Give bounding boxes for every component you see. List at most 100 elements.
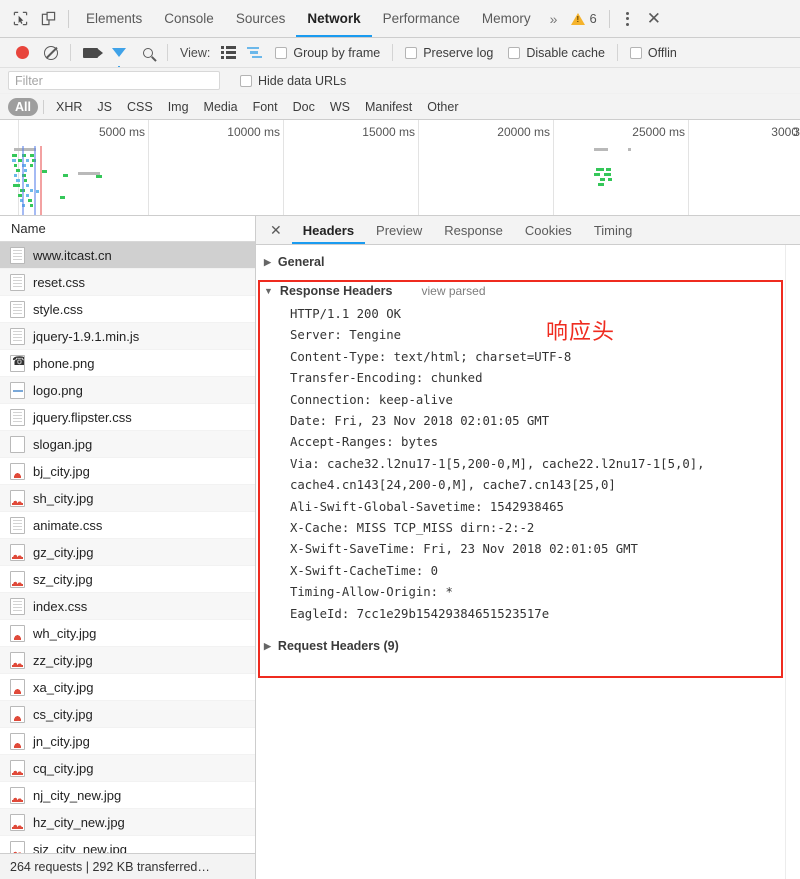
filter-icon[interactable] [105,40,133,67]
header-line: HTTP/1.1 200 OK [290,307,402,321]
close-detail-icon[interactable]: ✕ [260,222,292,239]
table-row[interactable]: zz_city.jpg [0,647,255,674]
tick-label-10000: 10000 ms [227,125,280,139]
table-row[interactable]: nj_city_new.jpg [0,782,255,809]
tab-performance[interactable]: Performance [372,0,471,37]
checkbox-box [508,46,521,59]
type-filter-other[interactable]: Other [420,98,465,116]
section-general[interactable]: ▶ General [256,249,800,275]
tab-elements[interactable]: Elements [75,0,153,37]
request-list-panel: Name www.itcast.cn reset.css style.css j… [0,216,256,879]
header-line-continuation: cache4.cn143[24,200-0,M], cache7.cn143[2… [290,478,616,493]
header-line: Via: cache32.l2nu17-1[5,200-0,M], cache2… [290,456,705,471]
table-row[interactable]: jquery-1.9.1.min.js [0,323,255,350]
table-row[interactable]: bj_city.jpg [0,458,255,485]
table-row[interactable]: slogan.jpg [0,431,255,458]
filter-input[interactable] [8,71,220,90]
table-row[interactable]: reset.css [0,269,255,296]
disable-cache-checkbox[interactable]: Disable cache [508,46,605,60]
tab-response[interactable]: Response [433,216,514,244]
city-image-icon [10,705,25,723]
table-row[interactable]: index.css [0,593,255,620]
table-row[interactable]: jquery.flipster.css [0,404,255,431]
device-toolbar-icon[interactable] [34,6,62,32]
record-button[interactable] [8,40,36,66]
header-line: X-Cache: MISS TCP_MISS dirn:-2:-2 [290,521,535,536]
type-filter-doc[interactable]: Doc [286,98,322,116]
list-view-icon[interactable] [216,46,241,59]
column-header-name[interactable]: Name [0,216,255,242]
type-filter-font[interactable]: Font [246,98,285,116]
document-icon [10,597,25,615]
table-row[interactable]: animate.css [0,512,255,539]
table-row[interactable]: hz_city_new.jpg [0,809,255,836]
hide-data-urls-checkbox[interactable]: Hide data URLs [240,74,346,88]
preserve-log-checkbox[interactable]: Preserve log [405,46,493,60]
detail-tab-strip: ✕ Headers Preview Response Cookies Timin… [256,216,800,245]
type-filter-all[interactable]: All [8,97,38,116]
chevron-right-icon: ▶ [264,256,271,267]
header-line: Timing-Allow-Origin: * [290,585,453,600]
warning-badge[interactable]: 6 [565,11,602,26]
inspect-element-icon[interactable] [6,6,34,32]
clear-button[interactable] [37,40,65,66]
tab-network[interactable]: Network [296,0,371,37]
table-row[interactable]: gz_city.jpg [0,539,255,566]
type-filter-manifest[interactable]: Manifest [358,98,419,116]
table-row[interactable]: cq_city.jpg [0,755,255,782]
group-by-frame-checkbox[interactable]: Group by frame [275,46,380,60]
tab-console[interactable]: Console [153,0,225,37]
table-row[interactable]: sjz_city_new.jpg [0,836,255,853]
request-name: animate.css [33,517,103,533]
kebab-menu-icon[interactable] [616,11,639,26]
close-icon[interactable]: ✕ [639,9,669,29]
request-name: index.css [33,598,88,614]
type-filter-media[interactable]: Media [197,98,245,116]
table-row[interactable]: style.css [0,296,255,323]
type-filter-xhr[interactable]: XHR [49,98,89,116]
tab-memory[interactable]: Memory [471,0,542,37]
table-row[interactable]: www.itcast.cn [0,242,255,269]
city-image-icon [10,786,25,804]
header-line: X-Swift-SaveTime: Fri, 23 Nov 2018 02:01… [290,542,638,557]
table-row[interactable]: logo.png [0,377,255,404]
table-row[interactable]: xa_city.jpg [0,674,255,701]
table-row[interactable]: sz_city.jpg [0,566,255,593]
request-rows[interactable]: www.itcast.cn reset.css style.css jquery… [0,242,255,853]
warning-count: 6 [589,11,597,26]
offline-checkbox[interactable]: Offlin [629,46,677,60]
city-image-icon [10,489,25,507]
table-row[interactable]: jn_city.jpg [0,728,255,755]
toolbar-divider-5 [392,44,394,61]
annotation-label: 响应头 [546,320,616,345]
overview-waterfall-bars [0,148,800,211]
type-filter-ws[interactable]: WS [323,98,357,116]
network-overview-timeline[interactable]: 5000 ms 10000 ms 15000 ms 20000 ms 25000… [0,120,800,216]
table-row[interactable]: wh_city.jpg [0,620,255,647]
tab-cookies[interactable]: Cookies [514,216,583,244]
tab-timing[interactable]: Timing [583,216,644,244]
tick-label-30000-visible: 3000 [771,125,798,139]
type-filter-js[interactable]: JS [90,98,119,116]
city-image-icon [10,813,25,831]
table-row[interactable]: cs_city.jpg [0,701,255,728]
more-tabs-chevron-icon[interactable]: » [542,11,566,27]
header-line: Connection: keep-alive [290,392,453,407]
tab-preview[interactable]: Preview [365,216,433,244]
table-row[interactable]: phone.png [0,350,255,377]
search-icon[interactable] [134,40,162,66]
request-name: cq_city.jpg [33,760,94,776]
waterfall-view-icon[interactable] [242,46,267,59]
type-filter-img[interactable]: Img [161,98,196,116]
camera-icon[interactable] [76,40,104,66]
headers-content: ▶ General ▼ Response Headers view parsed… [256,245,800,879]
section-request-headers[interactable]: ▶ Request Headers (9) [256,625,800,659]
view-parsed-link[interactable]: view parsed [421,284,485,298]
detail-scrollbar[interactable] [785,245,800,879]
section-response-headers[interactable]: ▼ Response Headers view parsed [256,275,800,304]
tab-sources[interactable]: Sources [225,0,297,37]
type-filter-css[interactable]: CSS [120,98,160,116]
tab-headers[interactable]: Headers [292,216,365,244]
table-row[interactable]: sh_city.jpg [0,485,255,512]
preserve-log-label: Preserve log [423,45,494,60]
